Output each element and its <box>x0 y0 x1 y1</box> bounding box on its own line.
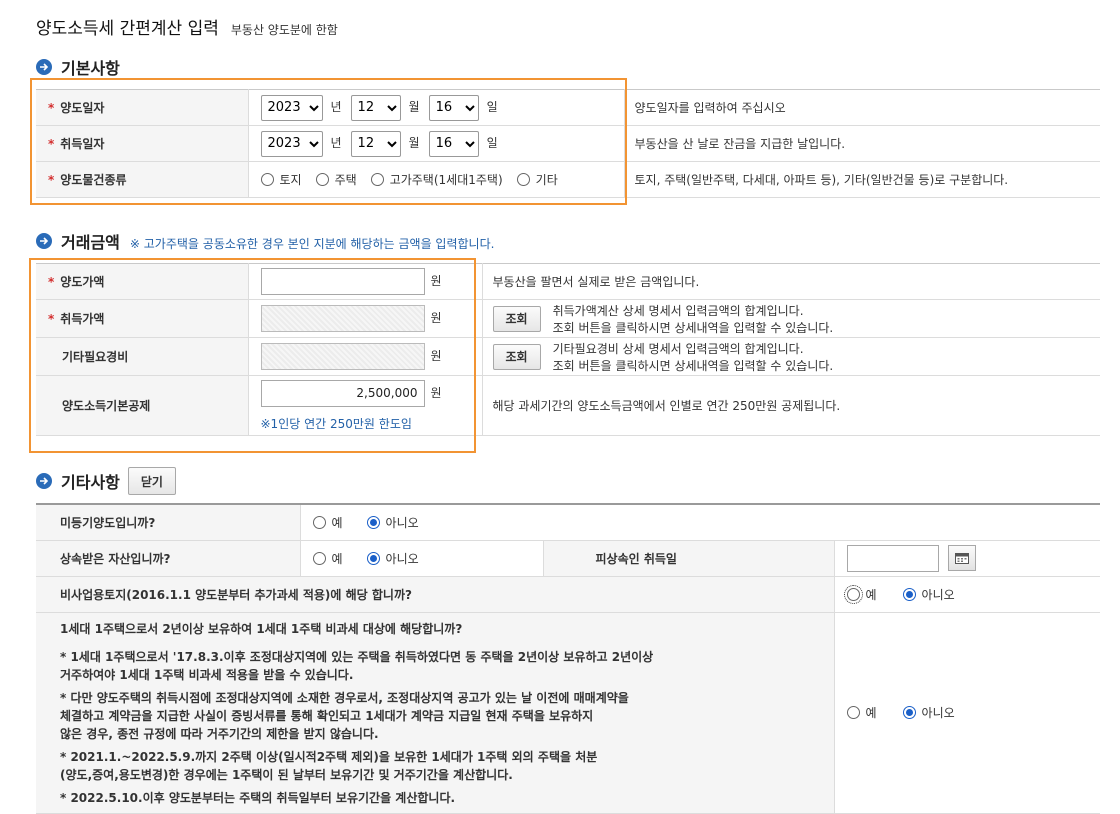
unregistered-no-radio[interactable]: 아니오 <box>366 514 419 531</box>
sale-price-desc: 부동산을 팔면서 실제로 받은 금액입니다. <box>481 263 1100 300</box>
row-acq-date: * 취득일자 2023 년 12 월 16 일 부동산을 산 날로 잔금을 지급한 날입니다… <box>36 125 1100 162</box>
required-mark: * <box>48 101 55 115</box>
sale-price-label: 양도가액 <box>60 275 105 289</box>
acq-date-desc: 부동산을 산 날로 잔금을 지급한 날입니다. <box>623 125 1100 162</box>
section-amount-header: 거래금액 ※ 고가주택을 공동소유한 경우 본인 지분에 해당하는 금액을 입력… <box>36 229 494 253</box>
other-expenses-input[interactable] <box>260 343 425 370</box>
row-inherited: 상속받은 자산입니까? 예 아니오 피상속인 취득일 <box>36 540 1100 577</box>
decedent-acq-date-label: 피상속인 취득일 <box>542 540 834 577</box>
property-type-house-radio[interactable]: 주택 <box>315 171 357 188</box>
calendar-icon[interactable] <box>947 545 976 571</box>
page-title: 양도소득세 간편계산 입력 부동산 양도분에 한함 <box>36 19 338 39</box>
property-type-desc: 토지, 주택(일반주택, 다세대, 아파트 등), 기타(일반건물 등)로 구분… <box>623 161 1100 198</box>
other-table: 미등기양도입니까? 예 아니오 상속받은 자산입니까? 예 아니오 피상속인 취… <box>36 503 1100 814</box>
sale-date-desc: 양도일자를 입력하여 주십시오 <box>623 89 1100 126</box>
section-amount-title: 거래금액 <box>61 233 120 252</box>
basic-deduction-note: ※1인당 연간 250만원 한도임 <box>260 416 412 431</box>
property-type-label: * 양도물건종류 <box>36 161 248 198</box>
basic-deduction-desc: 해당 과세기간의 양도소득금액에서 인별로 연간 250만원 공제됩니다. <box>481 375 1100 436</box>
non-business-land-no-radio[interactable]: 아니오 <box>902 586 955 603</box>
row-acq-price: * 취득가액 원 조회 취득가액계산 상세 명세서 입력금액의 합계입니다. 조회 … <box>36 299 1100 338</box>
arrow-right-circle-icon <box>36 473 52 489</box>
one-house-exemption-yes-radio[interactable]: 예 <box>846 704 877 721</box>
page-subtitle: 부동산 양도분에 한함 <box>230 23 338 37</box>
other-expenses-label: 기타필요경비 <box>62 350 129 364</box>
row-one-house-exemption: 1세대 1주택으로서 2년이상 보유하여 1세대 1주택 비과세 대상에 해당합… <box>36 612 1100 814</box>
acq-price-label: 취득가액 <box>60 312 105 326</box>
one-house-exemption-text: 1세대 1주택으로서 2년이상 보유하여 1세대 1주택 비과세 대상에 해당합… <box>60 621 654 805</box>
row-other-expenses: 기타필요경비 원 조회 기타필요경비 상세 명세서 입력금액의 합계입니다. 조회… <box>36 337 1100 376</box>
row-sale-date: * 양도일자 2023 년 12 월 16 일 양도일자를 입력하여 주십시오 <box>36 89 1100 126</box>
other-expenses-lookup-button[interactable]: 조회 <box>492 343 541 370</box>
row-non-business-land: 비사업용토지(2016.1.1 양도분부터 추가과세 적용)에 해당 합니까? … <box>36 576 1100 613</box>
property-type-land-radio[interactable]: 토지 <box>260 171 302 188</box>
property-type-luxury-house-radio[interactable]: 고가주택(1세대1주택) <box>370 171 503 188</box>
close-button[interactable]: 닫기 <box>127 467 176 495</box>
non-business-land-yes-radio[interactable]: 예 <box>843 584 877 604</box>
section-other-header: 기타사항 닫기 <box>36 467 176 495</box>
required-mark: * <box>48 275 55 289</box>
sale-year-select[interactable]: 2023 <box>260 94 323 121</box>
inherited-label: 상속받은 자산입니까? <box>36 540 300 577</box>
amount-note: ※ 고가주택을 공동소유한 경우 본인 지분에 해당하는 금액을 입력합니다. <box>129 236 495 251</box>
one-house-exemption-no-radio[interactable]: 아니오 <box>902 704 955 721</box>
section-other-title: 기타사항 <box>61 473 120 492</box>
acq-price-lookup-button[interactable]: 조회 <box>492 305 541 332</box>
sale-price-input[interactable] <box>260 268 425 295</box>
row-sale-price: * 양도가액 원 부동산을 팔면서 실제로 받은 금액입니다. <box>36 263 1100 300</box>
row-unregistered: 미등기양도입니까? 예 아니오 <box>36 504 1100 541</box>
row-property-type: * 양도물건종류 토지 주택 고가주택(1세대1주택) 기타 토지, 주택(일반주… <box>36 161 1100 198</box>
row-basic-deduction: 양도소득기본공제 원 ※1인당 연간 250만원 한도임 해당 과세기간의 양도… <box>36 375 1100 436</box>
required-mark: * <box>48 312 55 326</box>
arrow-right-circle-icon <box>36 233 52 249</box>
unregistered-yes-radio[interactable]: 예 <box>312 514 343 531</box>
amount-table: * 양도가액 원 부동산을 팔면서 실제로 받은 금액입니다. * 취득가액 원 조… <box>36 263 1100 436</box>
basic-deduction-label: 양도소득기본공제 <box>62 399 151 413</box>
non-business-land-label: 비사업용토지(2016.1.1 양도분부터 추가과세 적용)에 해당 합니까? <box>36 576 834 613</box>
sale-day-select[interactable]: 16 <box>428 94 479 121</box>
inherited-no-radio[interactable]: 아니오 <box>366 550 419 567</box>
acq-month-select[interactable]: 12 <box>350 130 401 157</box>
property-type-other-radio[interactable]: 기타 <box>516 171 558 188</box>
inherited-yes-radio[interactable]: 예 <box>312 550 343 567</box>
required-mark: * <box>48 137 55 151</box>
section-basic-header: 기본사항 <box>36 55 120 79</box>
acq-price-input[interactable] <box>260 305 425 332</box>
arrow-right-circle-icon <box>36 59 52 75</box>
basic-info-table: * 양도일자 2023 년 12 월 16 일 양도일자를 입력하여 주십시오 * 취득일자 … <box>36 89 1100 198</box>
sale-month-select[interactable]: 12 <box>350 94 401 121</box>
sale-date-label: * 양도일자 <box>36 89 248 126</box>
unregistered-label: 미등기양도입니까? <box>36 504 300 541</box>
acq-date-label: * 취득일자 <box>36 125 248 162</box>
basic-deduction-input[interactable] <box>260 379 425 407</box>
required-mark: * <box>48 173 55 187</box>
section-basic-title: 기본사항 <box>61 59 120 78</box>
acq-year-select[interactable]: 2023 <box>260 130 323 157</box>
acq-day-select[interactable]: 16 <box>428 130 479 157</box>
decedent-acq-date-input[interactable] <box>846 544 939 572</box>
